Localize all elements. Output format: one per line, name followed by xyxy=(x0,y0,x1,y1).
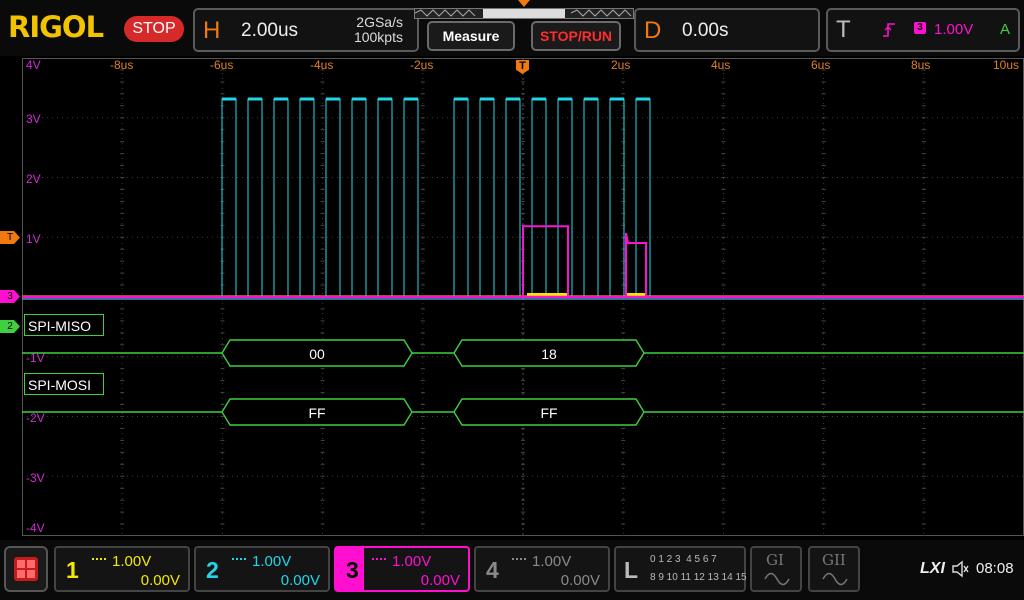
dc-coupling-icon xyxy=(92,558,106,560)
channel-scale: 1.00V xyxy=(392,553,432,570)
dc-coupling-icon xyxy=(232,558,246,560)
lxi-logo: LXI xyxy=(920,560,945,577)
trigger-panel[interactable]: T 3 1.00V A xyxy=(826,8,1020,52)
sample-rate: 2GSa/s xyxy=(356,14,403,30)
channel-scale: 1.00V xyxy=(532,553,572,570)
trigger-mode: A xyxy=(1000,21,1011,38)
dc-coupling-icon xyxy=(512,558,526,560)
spi-mosi-label: SPI-MOSI xyxy=(24,373,104,395)
x-label: 6us xyxy=(811,58,831,72)
memory-position-strip[interactable] xyxy=(414,8,634,19)
logic-channels-row1: 0 1 2 3 4 5 6 7 xyxy=(650,554,717,565)
mosi-byte: FF xyxy=(308,405,326,421)
sine-wave-icon xyxy=(764,572,790,586)
x-label: 2us xyxy=(611,58,631,72)
dc-coupling-icon xyxy=(372,558,386,560)
delay-panel[interactable]: D 0.00s xyxy=(634,8,820,52)
x-label: -6us xyxy=(210,58,234,72)
generator-2-button[interactable]: GII xyxy=(808,546,860,592)
trigger-source-icon: 3 xyxy=(914,22,926,34)
channel-number: 1 xyxy=(66,557,79,583)
x-label: 4us xyxy=(711,58,731,72)
channel-number: 4 xyxy=(486,557,499,583)
trigger-letter: T xyxy=(836,16,851,43)
y-label: 3V xyxy=(26,112,41,126)
y-label: -1V xyxy=(26,351,45,365)
generator-label: GII xyxy=(822,551,846,569)
channel-2-panel[interactable]: 2 1.00V 0.00V xyxy=(194,546,330,592)
measure-button[interactable]: Measure xyxy=(427,21,515,51)
channel-offset: 0.00V xyxy=(560,572,600,589)
y-label: -4V xyxy=(26,521,45,535)
x-label: 10us xyxy=(993,58,1020,72)
x-label: 8us xyxy=(911,58,931,72)
waveform-grid[interactable] xyxy=(22,58,1024,536)
channel-1-panel[interactable]: 1 1.00V 0.00V xyxy=(54,546,190,592)
channel-scale: 1.00V xyxy=(252,553,292,570)
y-label: 1V xyxy=(26,232,41,246)
channel-offset: 0.00V xyxy=(420,572,460,589)
rising-edge-icon xyxy=(883,23,895,37)
miso-byte: 00 xyxy=(309,346,325,362)
delay-letter: D xyxy=(644,17,662,44)
delay-value: 0.00s xyxy=(682,20,729,41)
y-label: 4V xyxy=(26,58,41,72)
run-status-badge[interactable]: STOP xyxy=(124,16,184,42)
menu-button[interactable] xyxy=(4,546,48,592)
bus-marker[interactable]: 2 xyxy=(0,320,20,333)
x-label: -2us xyxy=(410,58,434,72)
logic-panel[interactable]: L 0 1 2 3 4 5 6 7 8 9 10 11 12 13 14 15 xyxy=(614,546,747,592)
rigol-logo: RIGOL xyxy=(8,10,104,44)
channel-number: 2 xyxy=(206,557,219,583)
memory-depth: 100kpts xyxy=(353,29,403,45)
channel-offset: 0.00V xyxy=(140,572,180,589)
trigger-level-marker[interactable]: T xyxy=(0,231,20,244)
horizontal-letter: H xyxy=(203,17,221,44)
y-label: 2V xyxy=(26,172,41,186)
miso-byte: 18 xyxy=(541,346,557,362)
generator-label: GI xyxy=(766,551,784,569)
logic-channels-row2: 8 9 10 11 12 13 14 15 xyxy=(650,572,747,583)
x-label: -4us xyxy=(310,58,334,72)
stop-run-button[interactable]: STOP/RUN xyxy=(531,21,621,51)
x-label: -8us xyxy=(110,58,134,72)
horizontal-panel[interactable]: H 2.00us 2GSa/s 100kpts xyxy=(193,8,419,52)
ch3-offset-marker[interactable]: 3 xyxy=(0,290,20,303)
channel-3-panel[interactable]: 3 1.00V 0.00V xyxy=(334,546,470,592)
trigger-position-icon xyxy=(518,0,530,7)
speaker-muted-icon[interactable] xyxy=(951,560,969,578)
grid-menu-icon xyxy=(14,557,38,581)
mosi-byte: FF xyxy=(540,405,558,421)
channel-4-panel[interactable]: 4 1.00V 0.00V xyxy=(474,546,610,592)
generator-1-button[interactable]: GI xyxy=(750,546,802,592)
timebase-value: 2.00us xyxy=(241,20,299,41)
trigger-level: 1.00V xyxy=(934,21,974,38)
sine-wave-icon xyxy=(822,572,848,586)
channel-scale: 1.00V xyxy=(112,553,152,570)
spi-miso-label: SPI-MISO xyxy=(24,314,104,336)
logic-letter: L xyxy=(624,557,639,583)
channel-offset: 0.00V xyxy=(280,572,320,589)
decode-buses xyxy=(22,339,1024,426)
channel-number: 3 xyxy=(346,557,359,583)
bottom-bar: 1 1.00V 0.00V 2 1.00V 0.00V 3 1.00V 0.00… xyxy=(0,540,1024,600)
y-label: -3V xyxy=(26,471,45,485)
y-label: -2V xyxy=(26,411,45,425)
clock: 08:08 xyxy=(976,560,1014,577)
